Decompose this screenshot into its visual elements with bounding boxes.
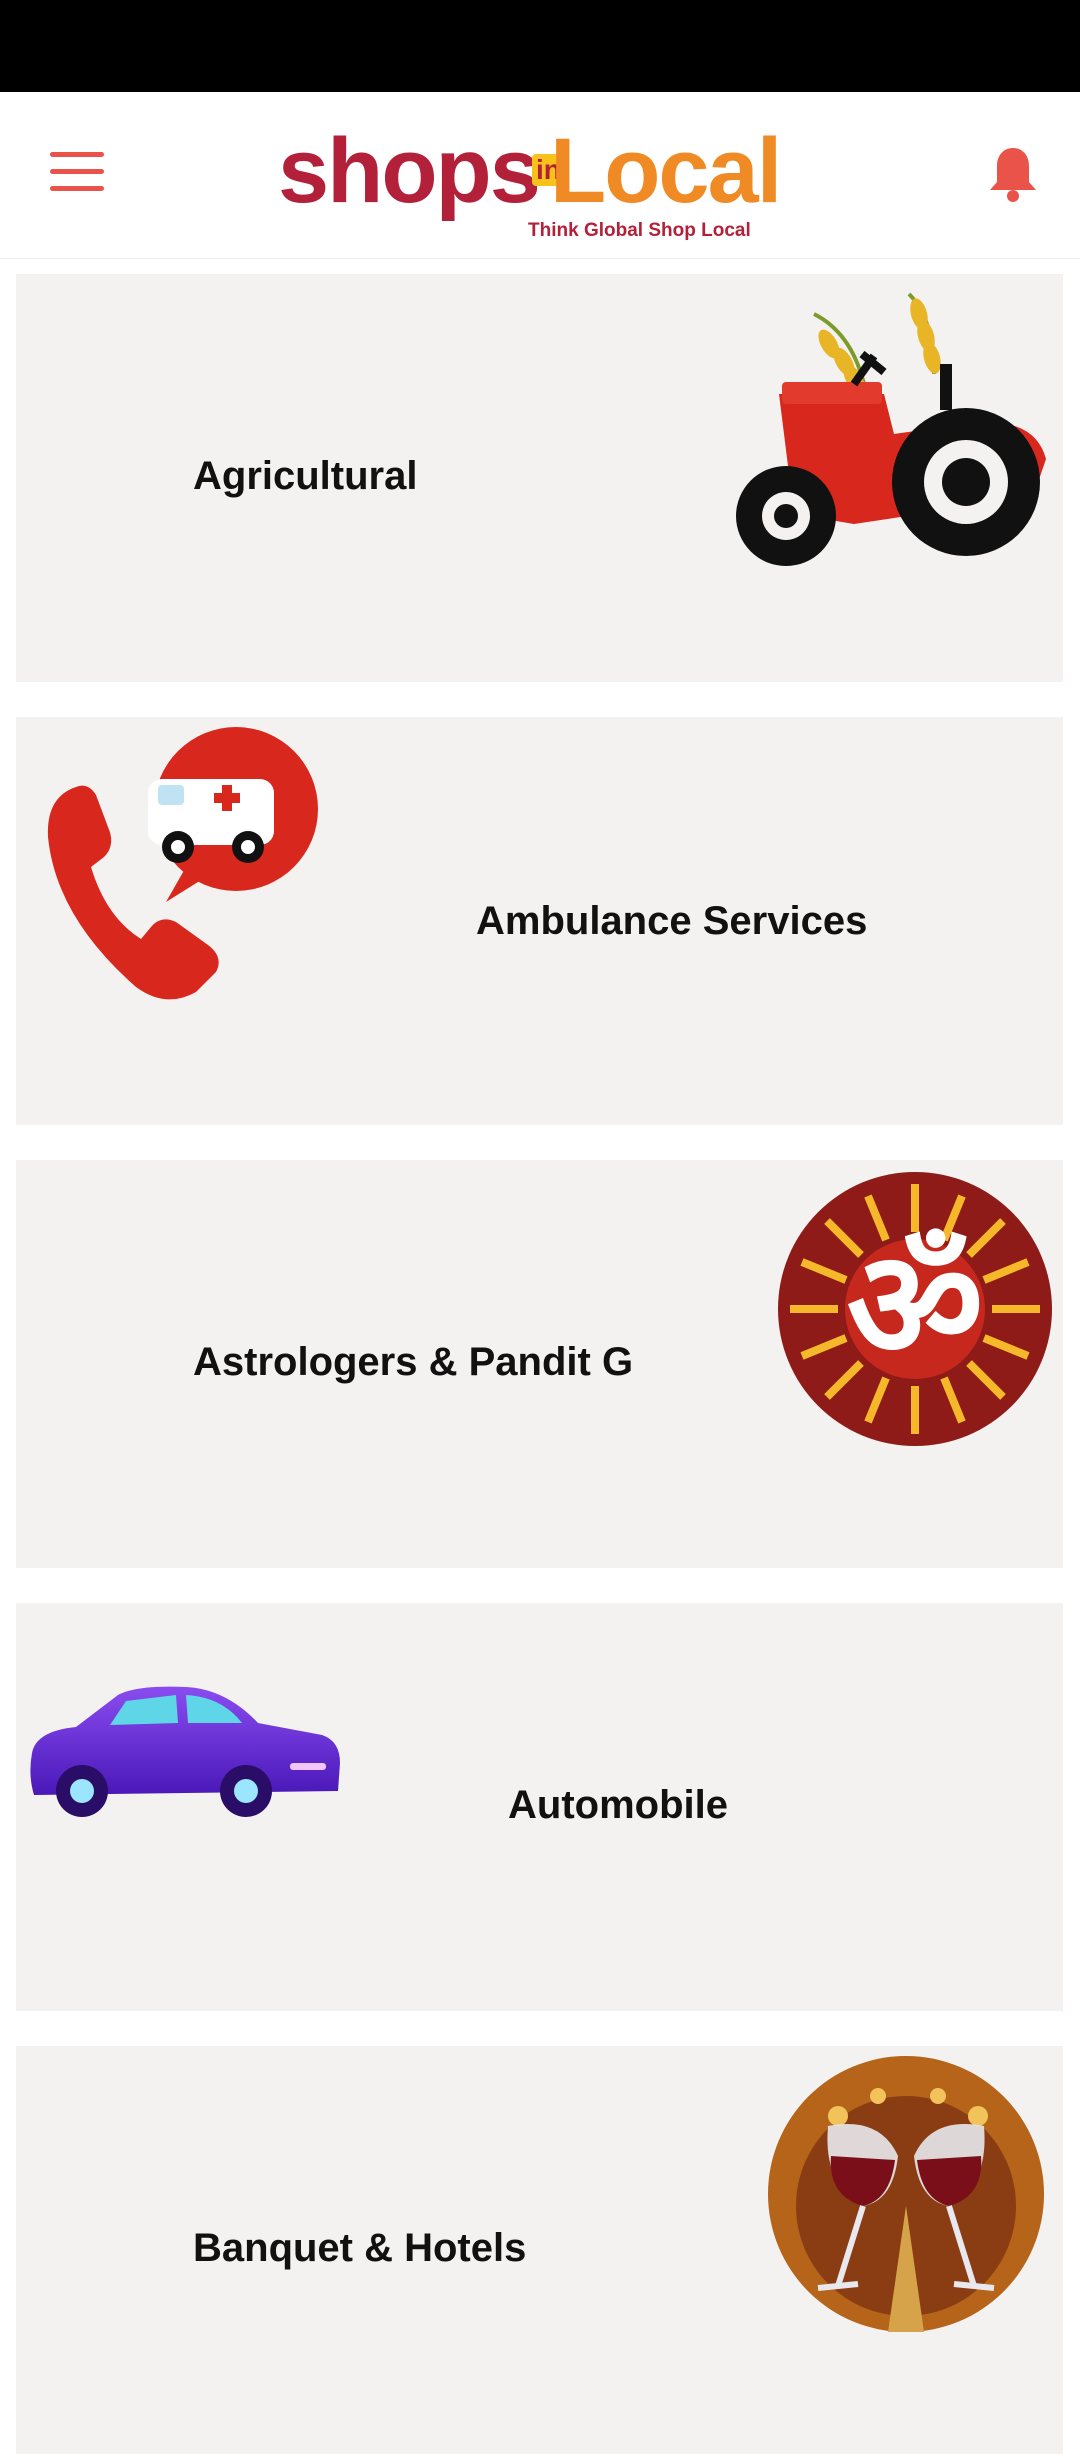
category-label: Ambulance Services (476, 899, 868, 943)
category-card-automobile[interactable]: Automobile (16, 1603, 1063, 2011)
category-label: Agricultural (193, 454, 418, 498)
status-bar (0, 0, 1080, 92)
category-card-banquet-hotels[interactable]: Banquet & Hotels (16, 2046, 1063, 2454)
svg-text:ॐ: ॐ (847, 1219, 984, 1393)
app-logo: shops in Local Think Global Shop Local (270, 116, 782, 241)
tractor-illustration (736, 292, 1046, 566)
logo-local-text: Local (550, 120, 782, 222)
category-label: Automobile (508, 1783, 728, 1827)
app-header: shops in Local Think Global Shop Local (0, 92, 1080, 259)
wine-glasses-banquet-illustration (768, 2056, 1044, 2332)
phone-ambulance-illustration (47, 727, 318, 1000)
logo-tagline: Think Global Shop Local (528, 220, 751, 241)
category-label: Astrologers & Pandit G (193, 1340, 634, 1384)
hamburger-menu-icon[interactable] (50, 152, 104, 192)
category-card-agricultural[interactable]: Agricultural (16, 274, 1063, 682)
om-symbol-illustration: ॐ (778, 1172, 1052, 1446)
category-label: Banquet & Hotels (193, 2226, 527, 2270)
bell-icon[interactable] (986, 144, 1040, 204)
category-card-astrologers[interactable]: Astrologers & Pandit G ॐ (16, 1160, 1063, 1568)
category-card-ambulance-services[interactable]: Ambulance Services (16, 717, 1063, 1125)
car-illustration (30, 1686, 341, 1817)
logo-shops-text: shops (278, 120, 541, 222)
